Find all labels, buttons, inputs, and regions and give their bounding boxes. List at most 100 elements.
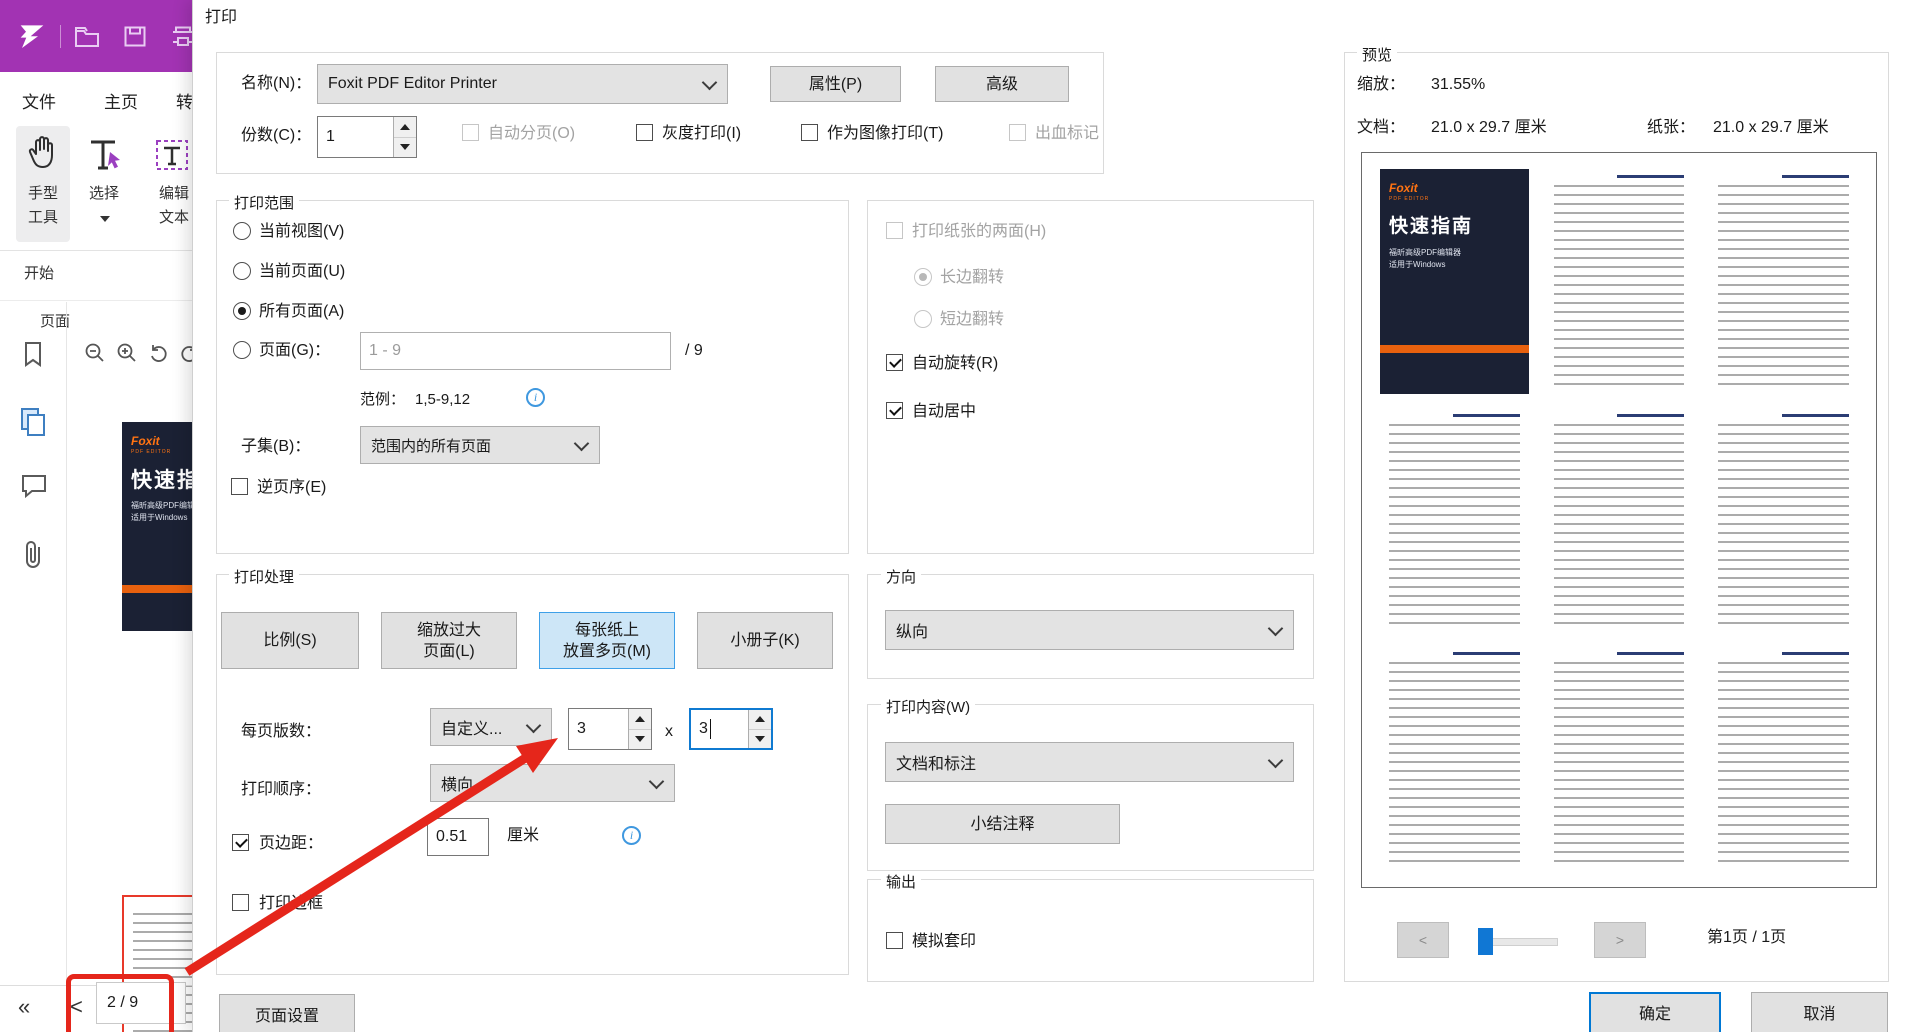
times-label: x: [665, 722, 673, 742]
print-as-image-label: 作为图像打印(T): [827, 124, 943, 144]
spin-down-icon[interactable]: [394, 138, 416, 158]
select-tool-button[interactable]: 选择: [78, 126, 130, 242]
spin-up-icon[interactable]: [394, 117, 416, 138]
print-as-image-checkbox[interactable]: [801, 124, 818, 141]
multiple-pages-per-sheet-button[interactable]: 每张纸上 放置多页(M): [539, 612, 675, 669]
print-content-select[interactable]: 文档和标注: [885, 742, 1294, 782]
auto-rotate-checkbox[interactable]: [886, 354, 903, 371]
preview-mini-page: [1380, 408, 1529, 633]
select-text-cursor-icon: [86, 136, 124, 174]
nup-y-spinner[interactable]: 3: [689, 708, 773, 750]
menu-tab-convert[interactable]: 转: [176, 88, 192, 113]
bookmarks-icon[interactable]: [20, 340, 46, 368]
booklet-button[interactable]: 小册子(K): [697, 612, 833, 669]
preview-next-button[interactable]: >: [1594, 922, 1646, 958]
spin-up-icon[interactable]: [629, 709, 651, 730]
simulate-overprint-checkbox[interactable]: [886, 932, 903, 949]
page-setup-button[interactable]: 页面设置: [219, 994, 355, 1032]
tab-divider: [0, 300, 192, 301]
auto-center-checkbox[interactable]: [886, 402, 903, 419]
subset-value: 范围内的所有页面: [371, 435, 491, 456]
print-content-group: [867, 704, 1314, 871]
orientation-title: 方向: [881, 566, 921, 587]
summarize-comments-button[interactable]: 小结注释: [885, 804, 1120, 844]
copies-value: 1: [326, 128, 335, 146]
grayscale-checkbox[interactable]: [636, 124, 653, 141]
spin-up-icon[interactable]: [749, 710, 771, 730]
print-content-value: 文档和标注: [896, 750, 976, 774]
pages-per-sheet-value: 自定义...: [441, 715, 502, 739]
preview-mini-page: [1545, 169, 1694, 394]
current-view-label: 当前视图(V): [259, 222, 344, 242]
previous-page-icon[interactable]: <: [70, 994, 83, 1020]
copies-spinner[interactable]: 1: [317, 116, 417, 158]
cover-line2: 适用于Windows: [131, 512, 187, 523]
page-indicator-input[interactable]: 2 / 9: [96, 982, 186, 1024]
spin-down-icon[interactable]: [629, 730, 651, 750]
dialog-title: 打印: [205, 8, 237, 28]
preview-slider-track[interactable]: [1492, 938, 1558, 946]
pages-per-sheet-select[interactable]: 自定义...: [430, 708, 552, 746]
open-file-icon[interactable]: [74, 25, 101, 48]
shrink-oversized-button[interactable]: 缩放过大 页面(L): [381, 612, 517, 669]
orientation-select[interactable]: 纵向: [885, 610, 1294, 650]
print-border-checkbox[interactable]: [232, 894, 249, 911]
auto-center-label: 自动居中: [912, 402, 976, 422]
nup-x-spinner[interactable]: 3: [568, 708, 652, 750]
preview-mini-cover: Foxit PDF EDITOR 快速指南 福昕高级PDF编辑器 适用于Wind…: [1380, 169, 1529, 394]
paper-size-value: 21.0 x 29.7 厘米: [1713, 118, 1829, 138]
advanced-button[interactable]: 高级: [935, 66, 1069, 102]
handling-title: 打印处理: [229, 566, 299, 587]
example-label: 范例：: [360, 390, 405, 410]
foxit-logo-icon[interactable]: [16, 20, 48, 52]
auto-rotate-label: 自动旋转(R): [912, 354, 998, 374]
menu-tab-file[interactable]: 文件: [22, 88, 56, 113]
info-icon[interactable]: i: [526, 388, 545, 407]
hand-tool-button[interactable]: 手型 工具: [16, 126, 70, 242]
rotate-left-icon[interactable]: [148, 342, 170, 364]
preview-prev-button[interactable]: <: [1397, 922, 1449, 958]
select-tool-label: 选择: [78, 184, 130, 204]
doc-size-label: 文档：: [1357, 118, 1405, 138]
ok-button[interactable]: 确定: [1589, 992, 1721, 1032]
pages-radio[interactable]: [233, 341, 251, 359]
print-order-select[interactable]: 横向: [430, 764, 675, 802]
pages-label: 页面(G)：: [259, 341, 330, 361]
collapse-panel-icon[interactable]: «: [18, 994, 30, 1020]
attachments-icon[interactable]: [22, 540, 46, 570]
pages-total-label: / 9: [685, 341, 703, 361]
pages-icon[interactable]: [18, 406, 48, 438]
printer-name-select[interactable]: Foxit PDF Editor Printer: [317, 64, 728, 104]
flip-short-radio: [914, 310, 932, 328]
save-icon[interactable]: [124, 26, 146, 47]
info-icon[interactable]: i: [622, 826, 641, 845]
current-page-radio[interactable]: [233, 262, 251, 280]
chevron-down-icon: [702, 75, 718, 91]
edit-text-label-2: 文本: [152, 208, 196, 228]
comments-icon[interactable]: [20, 472, 48, 500]
collate-label: 自动分页(O): [488, 124, 575, 144]
zoom-out-icon[interactable]: [84, 342, 106, 364]
start-tab[interactable]: 开始: [24, 264, 54, 284]
spin-down-icon[interactable]: [749, 730, 771, 749]
properties-button[interactable]: 属性(P): [770, 66, 901, 102]
menu-tab-home[interactable]: 主页: [104, 88, 138, 113]
preview-title: 预览: [1357, 44, 1397, 65]
pages-per-sheet-label: 每页版数：: [241, 722, 321, 742]
preview-slider-handle[interactable]: [1478, 928, 1493, 955]
preview-mini-page: [1709, 169, 1858, 394]
margin-checkbox[interactable]: [232, 834, 249, 851]
current-view-radio[interactable]: [233, 222, 251, 240]
subset-select[interactable]: 范围内的所有页面: [360, 426, 600, 464]
pages-range-input[interactable]: 1 - 9: [360, 332, 671, 370]
orientation-value: 纵向: [896, 618, 928, 642]
cancel-button[interactable]: 取消: [1751, 992, 1888, 1032]
copies-label: 份数(C)：: [241, 126, 311, 146]
reverse-pages-checkbox[interactable]: [231, 478, 248, 495]
zoom-in-icon[interactable]: [116, 342, 138, 364]
scale-button[interactable]: 比例(S): [221, 612, 359, 669]
nup-x-value: 3: [577, 720, 586, 738]
margin-input[interactable]: 0.51: [427, 818, 489, 856]
zoom-value: 31.55%: [1431, 75, 1485, 95]
all-pages-radio[interactable]: [233, 302, 251, 320]
